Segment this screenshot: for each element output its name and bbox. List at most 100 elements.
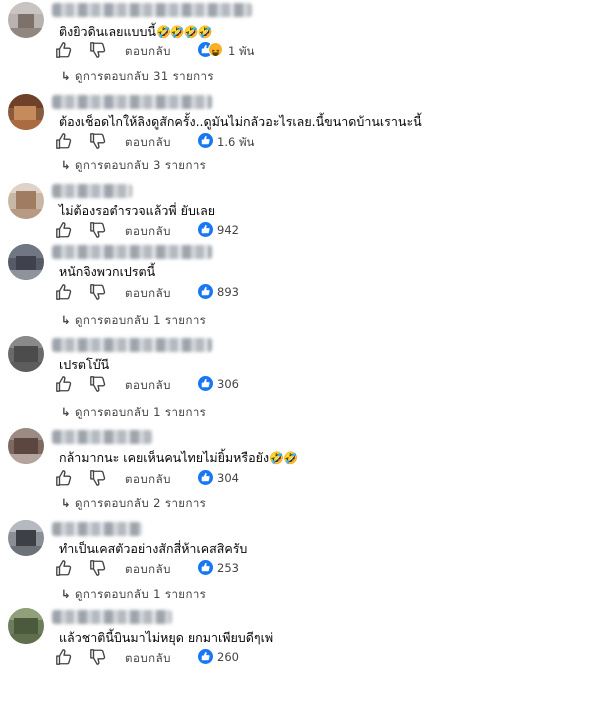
view-replies-label[interactable]: ดูการตอบกลับ 1 รายการ bbox=[75, 313, 206, 327]
reaction-summary[interactable]: 260 bbox=[198, 648, 268, 666]
thumbs-down-icon[interactable] bbox=[89, 41, 107, 59]
thumbs-down-icon[interactable] bbox=[89, 559, 107, 577]
comment-emoji: 🤣🤣🤣🤣 bbox=[155, 25, 213, 39]
view-replies-link[interactable]: ↳ ดูการตอบกลับ 31 รายการ bbox=[61, 68, 214, 86]
commenter-name[interactable] bbox=[52, 3, 252, 17]
commenter-name[interactable] bbox=[52, 430, 152, 444]
reaction-summary[interactable]: 893 bbox=[198, 283, 268, 301]
reply-button[interactable]: ตอบกลับ bbox=[125, 561, 171, 579]
comment-actions: ตอบกลับ 1 พัน bbox=[55, 41, 455, 61]
view-replies-link[interactable]: ↳ ดูการตอบกลับ 1 รายการ bbox=[61, 404, 206, 422]
comment-text: หนักจิงพวกเปรตนี้ bbox=[59, 262, 155, 282]
comment-text: กล้ามากนะ เคยเห็นคนไทยไม่ยิ้มหรือยัง🤣🤣 bbox=[59, 448, 298, 468]
comment-body: เปรตโบ๊นี bbox=[59, 357, 110, 372]
thumbs-down-icon[interactable] bbox=[89, 221, 107, 239]
reaction-summary[interactable]: 1 พัน bbox=[198, 41, 268, 59]
avatar[interactable] bbox=[8, 336, 44, 372]
comment-actions: ตอบกลับ 942 bbox=[55, 221, 455, 241]
reaction-count: 1 พัน bbox=[228, 44, 255, 58]
reaction-count: 306 bbox=[217, 377, 239, 391]
like-reaction-icon bbox=[198, 284, 213, 299]
like-reaction-icon bbox=[198, 222, 213, 237]
avatar[interactable] bbox=[8, 244, 44, 280]
comment-body: แล้วชาตินี้บินมาไม่หยุด ยกมาเพียบดีๆเพ่ bbox=[59, 630, 274, 645]
commenter-name[interactable] bbox=[52, 522, 142, 536]
thumbs-up-icon[interactable] bbox=[55, 375, 73, 393]
thumbs-up-icon[interactable] bbox=[55, 132, 73, 150]
comment-text: ต้องเช็อดไกให้ลิงดูสักครั้ง..ดูมันไม่กลั… bbox=[59, 112, 422, 132]
comment-text: เปรตโบ๊นี bbox=[59, 355, 109, 375]
comment-emoji: 🤣🤣 bbox=[269, 451, 298, 465]
comment: ทำเป็นเคสตัวอย่างสักสี่ห้าเคสสิครับ ตอบก… bbox=[0, 520, 600, 620]
thumbs-down-icon[interactable] bbox=[89, 375, 107, 393]
view-replies-label[interactable]: ดูการตอบกลับ 31 รายการ bbox=[75, 69, 214, 83]
like-reaction-icon bbox=[198, 560, 213, 575]
comment-body: ทำเป็นเคสตัวอย่างสักสี่ห้าเคสสิครับ bbox=[59, 541, 248, 556]
comment-actions: ตอบกลับ 306 bbox=[55, 375, 455, 395]
comment-actions: ตอบกลับ 253 bbox=[55, 559, 455, 579]
thumbs-down-icon[interactable] bbox=[89, 132, 107, 150]
reply-arrow-icon: ↳ bbox=[61, 69, 72, 83]
thumbs-up-icon[interactable] bbox=[55, 283, 73, 301]
thumbs-down-icon[interactable] bbox=[89, 469, 107, 487]
reply-arrow-icon: ↳ bbox=[61, 405, 72, 419]
thumbs-up-icon[interactable] bbox=[55, 648, 73, 666]
reply-button[interactable]: ตอบกลับ bbox=[125, 377, 171, 395]
thumbs-down-icon[interactable] bbox=[89, 283, 107, 301]
comment: กล้ามากนะ เคยเห็นคนไทยไม่ยิ้มหรือยัง🤣🤣 ต… bbox=[0, 428, 600, 528]
comment-text: ติงยิวดินเลยแบบนี้🤣🤣🤣🤣 bbox=[59, 22, 213, 42]
view-replies-label[interactable]: ดูการตอบกลับ 1 รายการ bbox=[75, 587, 206, 601]
view-replies-label[interactable]: ดูการตอบกลับ 3 รายการ bbox=[75, 158, 206, 172]
comment-actions: ตอบกลับ 893 bbox=[55, 283, 455, 303]
avatar[interactable] bbox=[8, 94, 44, 130]
comment-text: ทำเป็นเคสตัวอย่างสักสี่ห้าเคสสิครับ bbox=[59, 539, 247, 559]
reply-button[interactable]: ตอบกลับ bbox=[125, 471, 171, 489]
comment-text: แล้วชาตินี้บินมาไม่หยุด ยกมาเพียบดีๆเพ่ bbox=[59, 628, 273, 648]
reply-button[interactable]: ตอบกลับ bbox=[125, 650, 171, 668]
reply-button[interactable]: ตอบกลับ bbox=[125, 285, 171, 303]
view-replies-link[interactable]: ↳ ดูการตอบกลับ 3 รายการ bbox=[61, 157, 206, 175]
view-replies-label[interactable]: ดูการตอบกลับ 2 รายการ bbox=[75, 496, 206, 510]
comment-actions: ตอบกลับ 1.6 พัน bbox=[55, 132, 455, 152]
avatar[interactable] bbox=[8, 608, 44, 644]
commenter-name[interactable] bbox=[52, 95, 212, 109]
comment-actions: ตอบกลับ 260 bbox=[55, 648, 455, 668]
thumbs-up-icon[interactable] bbox=[55, 469, 73, 487]
comment: เปรตโบ๊นี ตอบกลับ 306 ↳ ดูการตอบกลับ 1 รา… bbox=[0, 336, 600, 436]
avatar[interactable] bbox=[8, 428, 44, 464]
comment: แล้วชาตินี้บินมาไม่หยุด ยกมาเพียบดีๆเพ่ … bbox=[0, 608, 600, 708]
view-replies-link[interactable]: ↳ ดูการตอบกลับ 1 รายการ bbox=[61, 586, 206, 604]
reaction-summary[interactable]: 942 bbox=[198, 221, 268, 239]
reaction-summary[interactable]: 306 bbox=[198, 375, 268, 393]
reply-arrow-icon: ↳ bbox=[61, 587, 72, 601]
comment-body: ไม่ต้องรอตำรวจแล้วพี่ ยับเลย bbox=[59, 203, 216, 218]
reaction-count: 942 bbox=[217, 223, 239, 237]
reply-button[interactable]: ตอบกลับ bbox=[125, 223, 171, 241]
commenter-name[interactable] bbox=[52, 184, 132, 198]
view-replies-link[interactable]: ↳ ดูการตอบกลับ 2 รายการ bbox=[61, 495, 206, 513]
reaction-summary[interactable]: 1.6 พัน bbox=[198, 132, 268, 150]
thumbs-up-icon[interactable] bbox=[55, 559, 73, 577]
reply-button[interactable]: ตอบกลับ bbox=[125, 43, 171, 61]
reaction-summary[interactable]: 304 bbox=[198, 469, 268, 487]
thumbs-up-icon[interactable] bbox=[55, 41, 73, 59]
view-replies-label[interactable]: ดูการตอบกลับ 1 รายการ bbox=[75, 405, 206, 419]
comment-actions: ตอบกลับ 304 bbox=[55, 469, 455, 489]
view-replies-link[interactable]: ↳ ดูการตอบกลับ 1 รายการ bbox=[61, 312, 206, 330]
thumbs-down-icon[interactable] bbox=[89, 648, 107, 666]
commenter-name[interactable] bbox=[52, 610, 172, 624]
avatar[interactable] bbox=[8, 183, 44, 219]
comment: ต้องเช็อดไกให้ลิงดูสักครั้ง..ดูมันไม่กลั… bbox=[0, 92, 600, 192]
comment-body: กล้ามากนะ เคยเห็นคนไทยไม่ยิ้มหรือยัง bbox=[59, 450, 270, 465]
comment-body: ต้องเช็อดไกให้ลิงดูสักครั้ง..ดูมันไม่กลั… bbox=[59, 114, 422, 129]
reaction-count: 304 bbox=[217, 471, 239, 485]
reaction-summary[interactable]: 253 bbox=[198, 559, 268, 577]
avatar[interactable] bbox=[8, 2, 44, 38]
thumbs-up-icon[interactable] bbox=[55, 221, 73, 239]
commenter-name[interactable] bbox=[52, 338, 212, 352]
commenter-name[interactable] bbox=[52, 245, 212, 259]
reply-button[interactable]: ตอบกลับ bbox=[125, 134, 171, 152]
avatar[interactable] bbox=[8, 520, 44, 556]
comment-text: ไม่ต้องรอตำรวจแล้วพี่ ยับเลย bbox=[59, 201, 215, 221]
haha-reaction-icon bbox=[208, 42, 223, 57]
